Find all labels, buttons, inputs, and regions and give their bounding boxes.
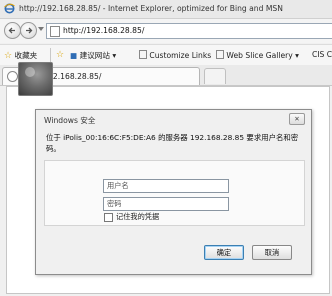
favorites-star-icon: ☆ [4, 51, 13, 61]
user-avatar-icon [18, 62, 53, 96]
web-slice-gallery-label: Web Slice Gallery ▾ [226, 51, 299, 60]
window-title: http://192.168.28.85/ - Internet Explore… [19, 4, 283, 13]
cancel-button[interactable]: 取消 [252, 245, 292, 260]
customize-links-link[interactable]: Customize Links [139, 50, 211, 60]
page-icon [139, 50, 147, 59]
address-bar[interactable]: http://192.168.28.85/ [46, 23, 332, 39]
window-title-bar: http://192.168.28.85/ - Internet Explore… [0, 0, 332, 19]
dialog-title: Windows 安全 [44, 116, 96, 125]
navigation-bar: http://192.168.28.85/ [0, 19, 332, 43]
back-button[interactable] [4, 22, 21, 39]
divider [50, 48, 51, 62]
suggested-sites-label: 建议网站 ▾ [79, 51, 117, 60]
overflow-link[interactable]: CIS Cl [312, 50, 332, 59]
page-icon [50, 26, 60, 37]
customize-links-label: Customize Links [149, 51, 212, 60]
page-icon [216, 50, 224, 59]
username-field[interactable]: 用户名 [103, 179, 229, 193]
favorites-label: 收藏夹 [14, 51, 38, 60]
remember-credentials-checkbox[interactable] [104, 213, 113, 222]
suggested-sites-icon: ■ [70, 51, 78, 60]
ok-button[interactable]: 确定 [204, 245, 244, 260]
web-slice-gallery-link[interactable]: Web Slice Gallery ▾ [216, 50, 299, 60]
internet-explorer-icon [4, 3, 15, 14]
close-icon: ✕ [294, 115, 300, 123]
loading-icon [7, 71, 18, 82]
suggested-sites-button[interactable]: ■ 建议网站 ▾ [70, 50, 116, 61]
password-placeholder: 密码 [107, 199, 122, 208]
recent-pages-dropdown-icon[interactable] [38, 27, 44, 31]
username-placeholder: 用户名 [107, 181, 129, 190]
dialog-message: 位于 iPolis_00:16:6C:F5:DE:A6 的服务器 192.168… [46, 133, 299, 153]
favorites-button[interactable]: ☆ 收藏夹 [4, 50, 37, 61]
forward-arrow-icon [26, 27, 33, 34]
back-arrow-icon [8, 27, 15, 34]
remember-credentials-label: 记住我的凭据 [116, 212, 160, 221]
password-field[interactable]: 密码 [103, 197, 229, 211]
close-button[interactable]: ✕ [289, 113, 305, 125]
forward-button[interactable] [20, 22, 37, 39]
new-tab-button[interactable] [204, 68, 226, 84]
address-url[interactable]: http://192.168.28.85/ [63, 26, 144, 35]
credential-panel [44, 160, 305, 226]
add-favorite-icon[interactable]: ☆ [56, 50, 64, 60]
